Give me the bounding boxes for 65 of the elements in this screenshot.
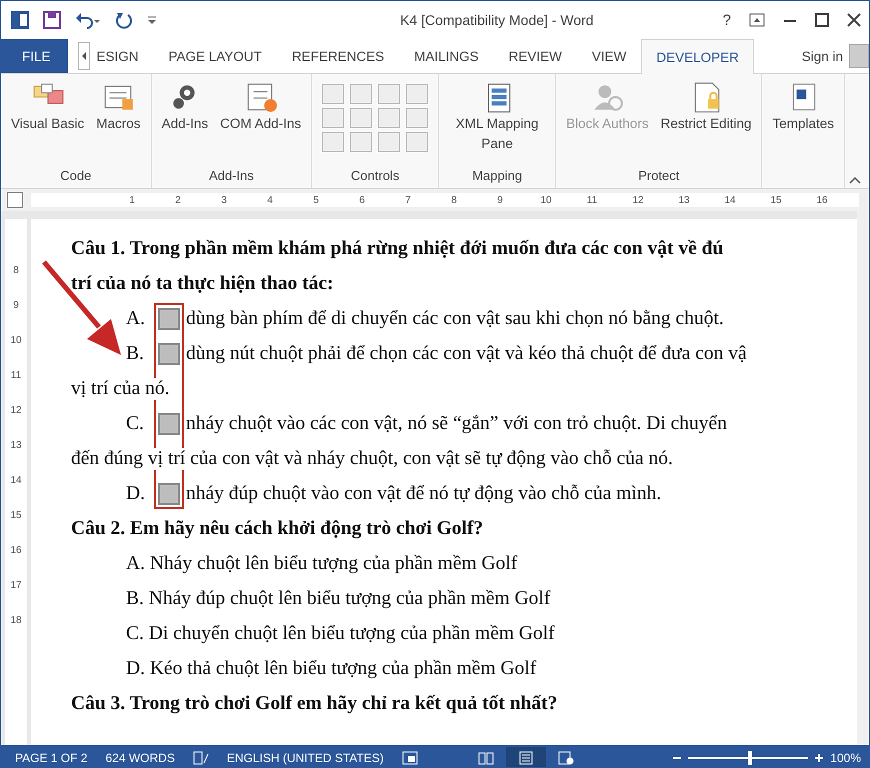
option-letter: A. (126, 308, 146, 330)
question-text: Câu 3. Trong trò chơi Golf em hãy chỉ ra kết quả tốt nhất? (71, 692, 558, 714)
answer-text: dùng bàn phím để di chuyển các con vật sau khi chọn nó bằng chuột. (186, 308, 724, 330)
word-logo-icon (11, 11, 29, 29)
answer-text: đến đúng vị trí của con vật và nháy chuột, con vật sẽ tự động vào chỗ của nó. (71, 448, 673, 470)
ribbon-tab[interactable]: DEVELOPER (641, 39, 754, 74)
ribbon-button[interactable]: Visual Basic (7, 78, 88, 136)
group-label: Code (59, 168, 92, 185)
question-text: Câu 1. Trong phần mềm khám phá rừng nhiệt đới muốn đưa các con vật về đú (71, 238, 724, 260)
close-icon[interactable] (847, 13, 861, 27)
ribbon-tab[interactable]: FILE (1, 39, 68, 73)
group-label: Add-Ins (208, 168, 255, 185)
customize-toolbar-icon[interactable] (147, 14, 157, 26)
word-count[interactable]: 624 WORDS (105, 751, 175, 765)
page-count[interactable]: PAGE 1 OF 2 (15, 751, 88, 765)
answer-text: A. Nháy chuột lên biểu tượng của phần mềm Golf (126, 552, 518, 574)
save-icon[interactable] (43, 11, 61, 29)
ribbon-tab[interactable]: REFERENCES (276, 39, 400, 73)
group-label: Protect (637, 168, 680, 185)
option-letter: C. (126, 412, 145, 434)
scrollbar[interactable] (857, 211, 869, 745)
answer-text: D. Kéo thả chuột lên biểu tượng của phần mềm Golf (126, 658, 536, 680)
ribbon-button[interactable]: Templates (768, 78, 838, 136)
ribbon-tab[interactable]: PAGE LAYOUT (154, 39, 277, 73)
group-label: Mapping (471, 168, 524, 185)
ribbon-button[interactable]: COM Add-Ins (216, 78, 306, 136)
checkbox[interactable] (158, 308, 180, 330)
help-button[interactable]: ? (722, 12, 731, 28)
checkbox[interactable] (158, 482, 180, 504)
vertical-ruler: 8 9 10 11 12 13 14 15 16 17 18 (5, 219, 27, 745)
language-indicator[interactable]: ENGLISH (UNITED STATES) (226, 751, 384, 765)
sign-in-link[interactable]: Sign in (802, 48, 843, 64)
ribbon-button[interactable]: Restrict Editing (656, 78, 756, 136)
horizontal-ruler: 1 2 3 4 5 6 7 8 9 10 11 12 13 14 15 16 (31, 193, 859, 207)
scroll-left-icon[interactable] (78, 42, 90, 70)
checkbox[interactable] (158, 342, 180, 364)
ribbon-tab[interactable]: REVIEW (494, 39, 577, 73)
collapse-ribbon-icon[interactable] (849, 176, 861, 184)
answer-text: C. Di chuyển chuột lên biểu tượng của phần mềm Golf (126, 622, 555, 644)
undo-icon[interactable] (75, 11, 101, 29)
redo-icon[interactable] (115, 11, 133, 29)
window-title: K4 [Compatibility Mode] - Word (399, 12, 595, 28)
ribbon-tab[interactable]: MAILINGS (399, 39, 494, 73)
ribbon-button[interactable]: Macros (92, 78, 145, 136)
zoom-level[interactable]: 100% (830, 751, 861, 765)
option-letter: D. (126, 482, 146, 504)
print-layout-icon[interactable] (506, 747, 546, 767)
ribbon-display-icon[interactable] (749, 13, 765, 27)
answer-text: dùng nút chuột phải để chọn các con vật và kéo thả chuột để đưa con vậ (186, 342, 747, 364)
ribbon-tab[interactable]: ESIGN (92, 39, 154, 73)
ribbon-button[interactable]: XML Mapping Pane (445, 78, 550, 156)
ribbon-button[interactable]: Add-Ins (158, 78, 212, 136)
answer-text: nháy chuột vào các con vật, nó sẽ “gắn” với con trỏ chuột. Di chuyển (186, 412, 727, 434)
ribbon-tab[interactable]: VIEW (576, 39, 642, 73)
answer-text: B. Nháy đúp chuột lên biểu tượng của phần mềm Golf (126, 588, 550, 610)
group-label: Controls (350, 168, 400, 185)
maximize-icon[interactable] (815, 13, 829, 27)
option-letter: B. (126, 342, 145, 364)
question-text: trí của nó ta thực hiện thao tác: (71, 272, 334, 294)
zoom-in-icon[interactable] (814, 753, 824, 763)
answer-text: vị trí của nó. (71, 378, 170, 400)
checkbox[interactable] (158, 412, 180, 434)
question-text: Câu 2. Em hãy nêu cách khởi động trò chơi Golf? (71, 518, 484, 540)
answer-text: nháy đúp chuột vào con vật để nó tự động vào chỗ của mình. (186, 482, 662, 504)
tab-selector[interactable] (7, 192, 23, 208)
